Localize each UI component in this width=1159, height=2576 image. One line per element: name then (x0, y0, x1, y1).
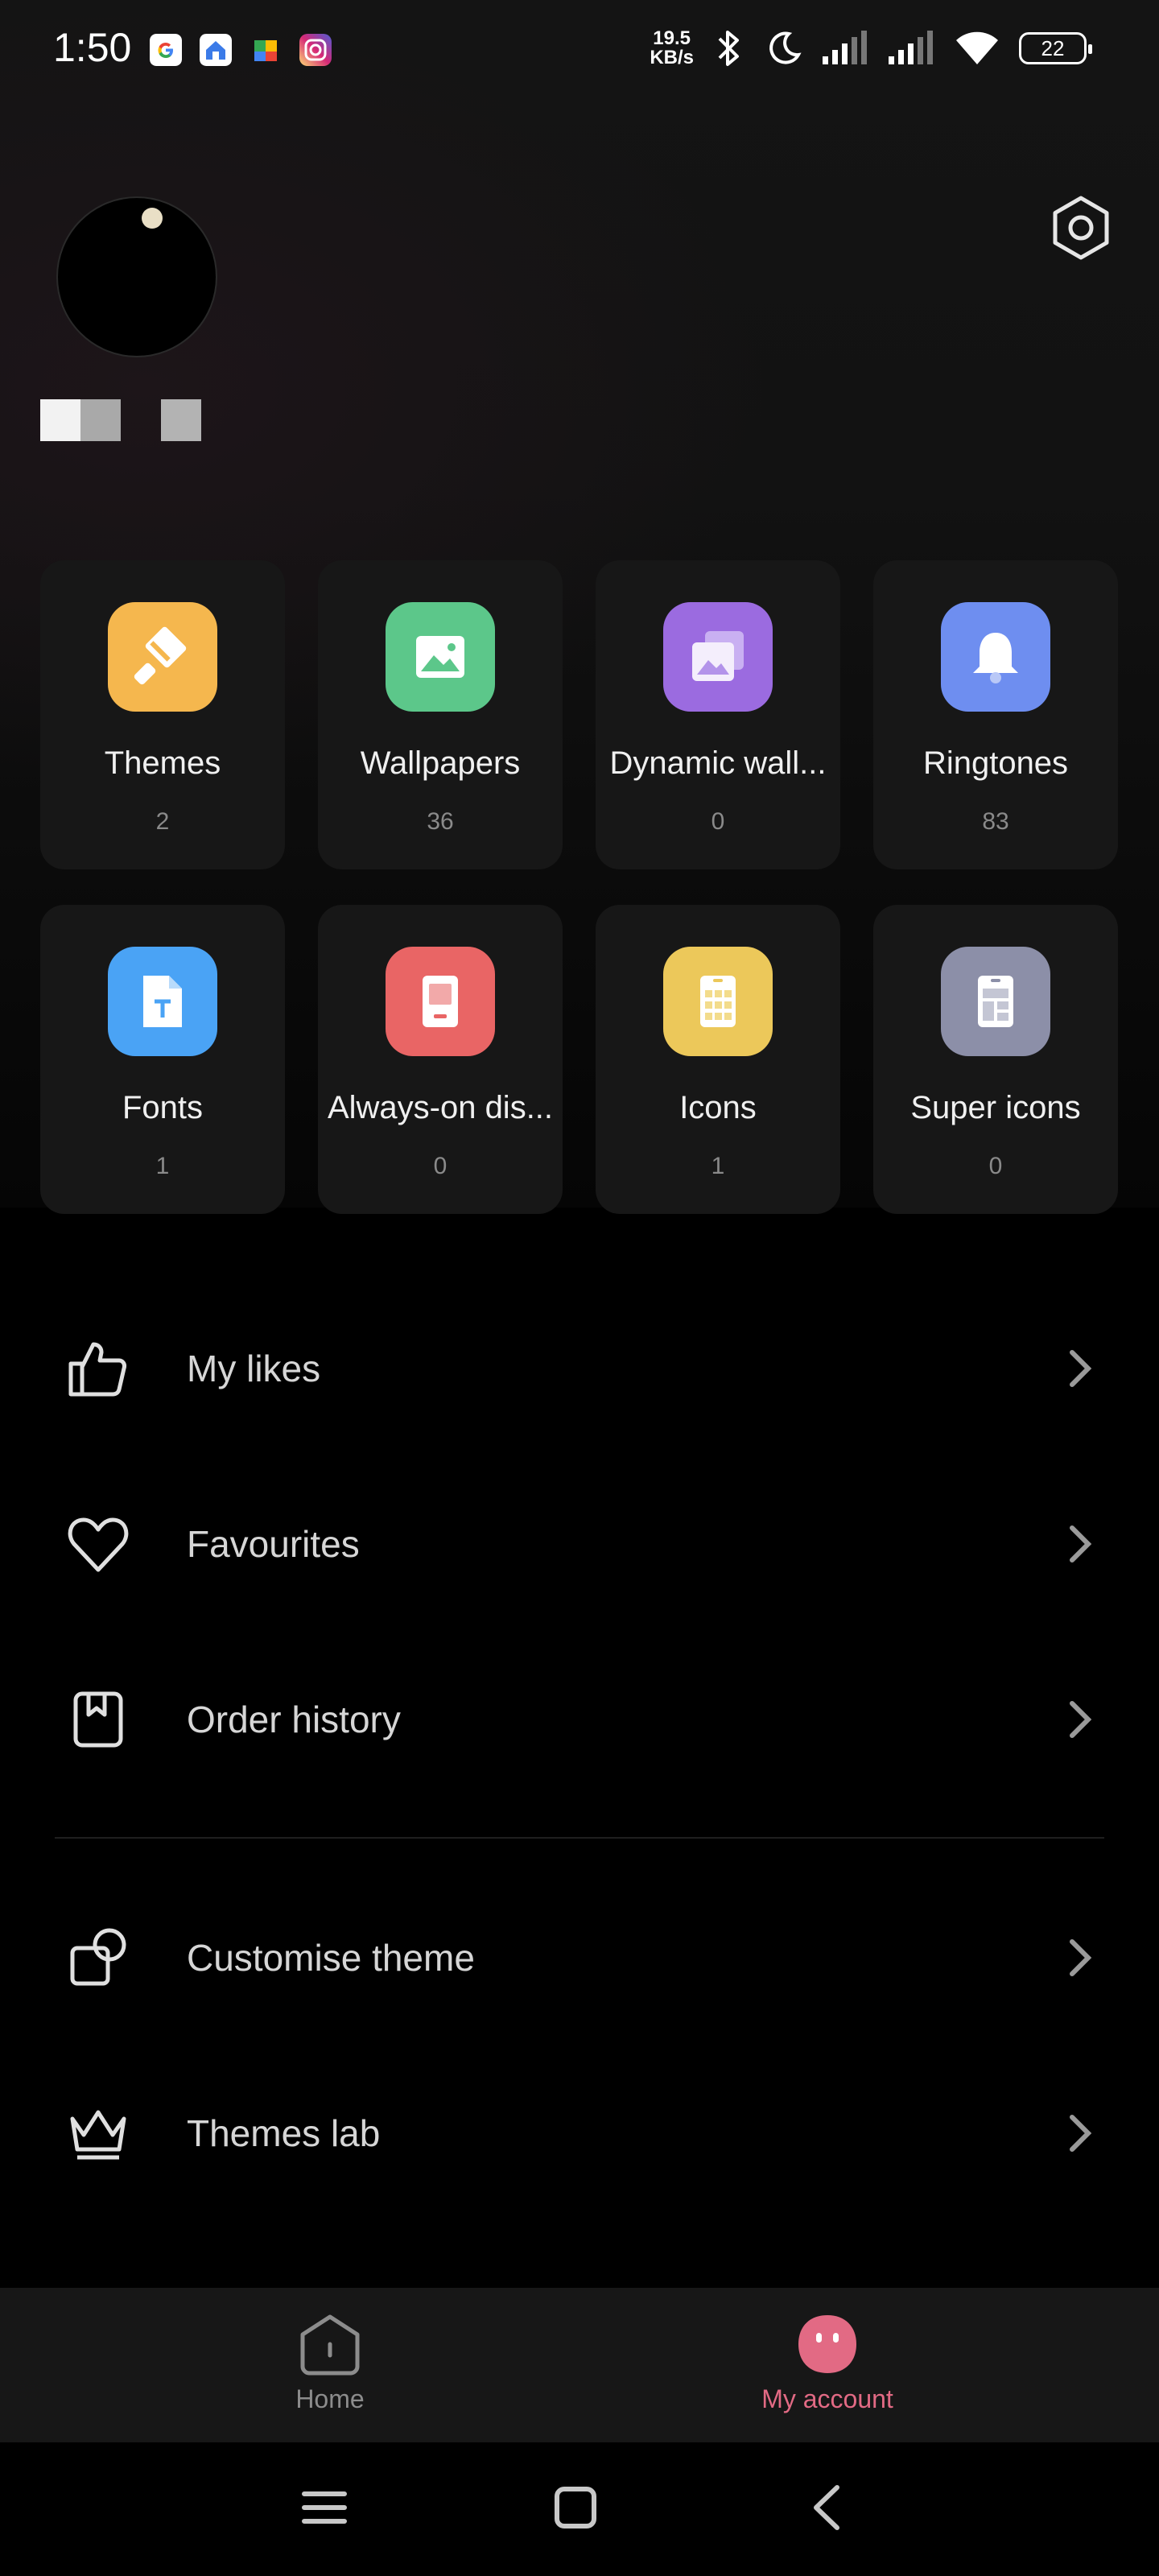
signal-icon-sim1 (823, 31, 867, 64)
category-tile-wallpapers[interactable]: Wallpapers 36 (318, 560, 563, 869)
wifi-icon (956, 31, 998, 64)
home-tab-icon (300, 2314, 360, 2376)
redacted-gap (121, 399, 161, 441)
menu-label: My likes (187, 1348, 321, 1389)
customise-theme-icon (70, 1928, 126, 1986)
tab-label: Home (295, 2384, 365, 2413)
thumbs-up-icon (68, 1342, 126, 1397)
avatar-moon-image (142, 208, 163, 229)
chevron-right-icon (1070, 1525, 1092, 1563)
redacted-block (161, 399, 201, 441)
google-icon (150, 34, 182, 66)
do-not-disturb-moon-icon (769, 31, 802, 64)
status-time: 1:50 (53, 25, 132, 70)
tile-count: 83 (982, 808, 1009, 835)
system-navigation-bar (0, 2442, 1159, 2576)
home-app-icon (200, 34, 232, 66)
chevron-right-icon (1070, 1701, 1092, 1738)
font-file-icon (108, 947, 217, 1056)
menu-divider (55, 1837, 1104, 1839)
tile-count: 2 (155, 808, 170, 835)
home-square-icon[interactable] (547, 2479, 604, 2536)
category-tile-super-icons[interactable]: Super icons 0 (873, 905, 1118, 1214)
net-speed-unit: KB/s (650, 47, 694, 68)
tile-count: 0 (433, 1153, 448, 1179)
net-speed-value: 19.5 (653, 27, 691, 49)
menu-item-customise-theme[interactable]: Customise theme (0, 1885, 1159, 2030)
puzzle-app-icon (254, 40, 277, 61)
my-account-tab-icon (798, 2315, 856, 2373)
wallpaper-image-icon (386, 602, 495, 712)
menu-label: Themes lab (187, 2112, 381, 2154)
username-redacted (40, 399, 201, 441)
status-bar: 1:50 19.5 KB/s 22 (0, 0, 1159, 100)
signal-icon-sim2 (889, 31, 933, 64)
category-tile-ringtones[interactable]: Ringtones 83 (873, 560, 1118, 869)
back-arrow-icon[interactable] (800, 2479, 856, 2536)
category-tile-always-on-display[interactable]: Always-on dis... 0 (318, 905, 563, 1214)
avatar[interactable] (56, 196, 217, 357)
tile-label: Themes (104, 745, 221, 781)
category-tile-dynamic-wallpapers[interactable]: Dynamic wall... 0 (596, 560, 840, 869)
bell-icon (941, 602, 1050, 712)
redacted-block (40, 399, 80, 441)
tile-count: 1 (711, 1153, 725, 1179)
tile-count: 1 (155, 1153, 170, 1179)
instagram-icon (299, 34, 332, 66)
settings-gear-icon[interactable] (1046, 193, 1116, 262)
bluetooth-icon (718, 31, 739, 66)
tile-label: Ringtones (922, 745, 1069, 781)
battery-indicator: 22 (1019, 32, 1092, 64)
super-icons-icon (941, 947, 1050, 1056)
chevron-right-icon (1070, 2115, 1092, 2152)
menu-label: Order history (187, 1699, 401, 1740)
menu-recents-icon[interactable] (296, 2479, 353, 2536)
tile-label: Fonts (122, 1090, 204, 1125)
redacted-block (80, 399, 121, 441)
theme-brush-icon (108, 602, 217, 712)
tile-label: Dynamic wall... (609, 745, 827, 781)
network-speed: 19.5 KB/s (650, 29, 694, 68)
tile-label: Always-on dis... (327, 1090, 554, 1125)
category-tile-icons[interactable]: Icons 1 (596, 905, 840, 1214)
battery-level: 22 (1041, 35, 1065, 60)
category-tile-themes[interactable]: Themes 2 (40, 560, 285, 869)
status-right-icons: 19.5 KB/s 22 (650, 27, 1092, 69)
category-tile-fonts[interactable]: Fonts 1 (40, 905, 285, 1214)
heart-icon (68, 1517, 129, 1572)
menu-item-favourites[interactable]: Favourites (0, 1472, 1159, 1616)
menu-label: Customise theme (187, 1937, 475, 1979)
dynamic-wallpaper-icon (663, 602, 773, 712)
tile-count: 36 (427, 808, 454, 835)
chevron-right-icon (1070, 1350, 1092, 1387)
order-history-icon (73, 1691, 123, 1748)
menu-item-my-likes[interactable]: My likes (0, 1296, 1159, 1441)
chevron-right-icon (1070, 1939, 1092, 1976)
menu-label: Favourites (187, 1523, 360, 1565)
tile-count: 0 (711, 808, 725, 835)
menu-item-order-history[interactable]: Order history (0, 1647, 1159, 1792)
bottom-tab-bar: Home My account (0, 2288, 1159, 2442)
tab-home[interactable]: Home (169, 2288, 491, 2442)
menu-item-themes-lab[interactable]: Themes lab (0, 2061, 1159, 2206)
tile-label: Wallpapers (360, 745, 521, 781)
tab-label: My account (761, 2384, 893, 2413)
always-on-display-icon (386, 947, 495, 1056)
tile-count: 0 (988, 1153, 1003, 1179)
notification-icons (150, 34, 332, 66)
tab-my-account[interactable]: My account (666, 2288, 988, 2442)
crown-icon (70, 2110, 126, 2160)
tile-label: Super icons (910, 1090, 1081, 1125)
tile-label: Icons (679, 1090, 757, 1125)
icons-grid-icon (663, 947, 773, 1056)
